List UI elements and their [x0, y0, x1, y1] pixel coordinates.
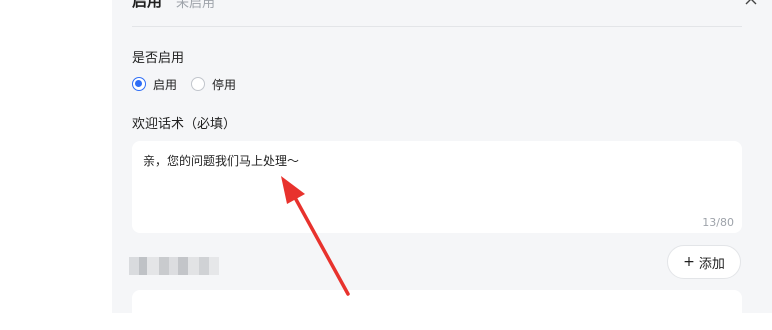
settings-panel: 启用 未启用 是否启用 启用 停用 欢迎话术（必填） 亲，您的问题我们马上处理～… — [112, 0, 772, 330]
radio-checked-icon[interactable] — [132, 77, 146, 91]
greeting-textarea[interactable]: 亲，您的问题我们马上处理～ 13/80 — [132, 141, 742, 233]
blurred-section-label — [129, 257, 219, 275]
header-status: 未启用 — [176, 0, 216, 11]
panel-header: 启用 未启用 — [132, 0, 757, 27]
add-button[interactable]: + 添加 — [667, 245, 741, 279]
greeting-text: 亲，您的问题我们马上处理～ — [143, 154, 300, 168]
add-button-label: 添加 — [698, 256, 725, 272]
radio-unchecked-icon[interactable] — [191, 77, 206, 91]
greeting-label: 欢迎话术（必填） — [132, 117, 237, 132]
plus-icon: + — [683, 254, 695, 270]
enable-label: 是否启用 — [132, 51, 185, 66]
close-icon[interactable] — [742, 0, 762, 10]
radio-enable-label: 启用 — [153, 77, 178, 92]
radio-enable[interactable]: 启用 — [132, 76, 177, 93]
header-title: 启用 — [132, 0, 163, 10]
char-counter: 13/80 — [702, 216, 734, 229]
radio-disable-label: 停用 — [212, 77, 237, 92]
enable-radio-group: 启用 停用 — [132, 74, 250, 94]
radio-disable[interactable]: 停用 — [191, 76, 236, 93]
left-blank-area — [0, 0, 112, 313]
bottom-card — [132, 290, 742, 330]
